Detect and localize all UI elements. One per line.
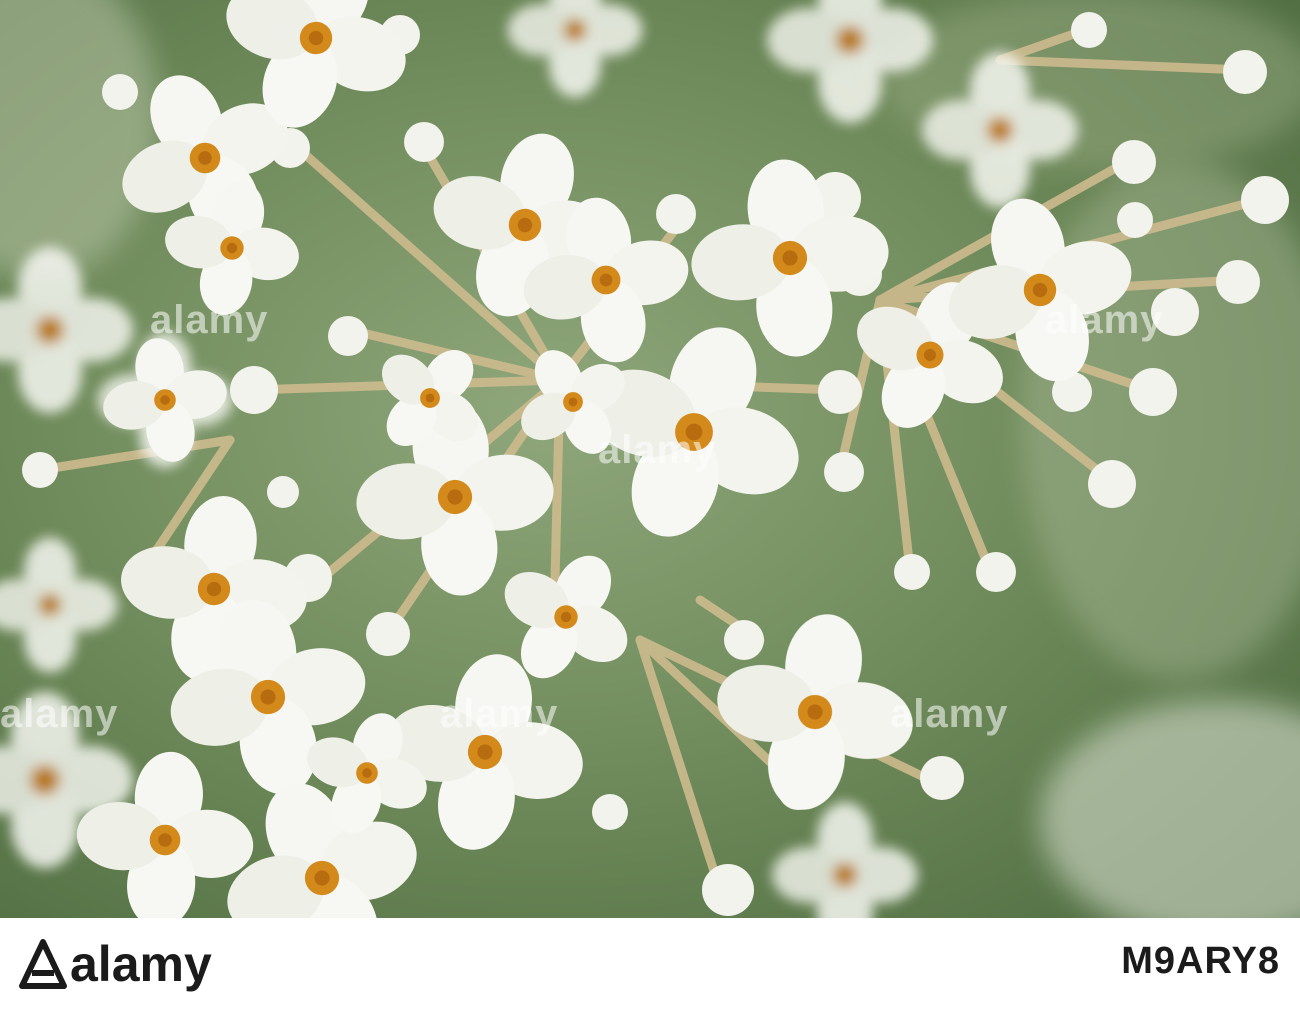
watermark-text: alamy: [440, 692, 559, 736]
watermark-text: alamy: [598, 428, 717, 472]
alamy-logo[interactable]: alamy: [18, 936, 212, 992]
watermark-text: alamy: [890, 692, 1009, 736]
flower-photo: alamy alamy alamy alamy alamy alamy: [0, 0, 1300, 918]
logo-text: alamy: [70, 936, 212, 992]
watermark-text: alamy: [150, 298, 269, 342]
alamy-a-icon: [19, 939, 67, 989]
stock-image-id: M9ARY8: [1121, 940, 1280, 982]
footer-bar: alamy M9ARY8: [0, 918, 1300, 1009]
watermark-text: alamy: [1045, 298, 1164, 342]
watermark-text: alamy: [0, 692, 119, 736]
